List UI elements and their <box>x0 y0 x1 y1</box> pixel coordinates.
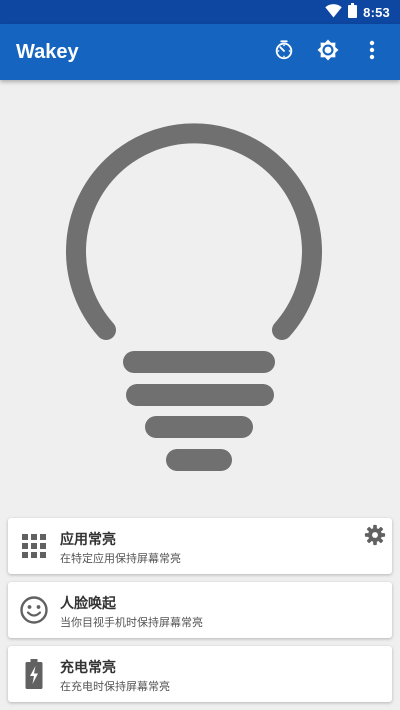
battery-icon <box>348 2 358 22</box>
feature-cards: 应用常亮 在特定应用保持屏幕常亮 人脸唤起 当你目视手机时保持屏幕常亮 充电常亮… <box>8 518 392 710</box>
status-bar: 8:53 <box>0 0 400 24</box>
app-bar: Wakey <box>0 24 400 80</box>
card-charging-keep-awake[interactable]: 充电常亮 在充电时保持屏幕常亮 <box>8 646 392 702</box>
apps-grid-icon <box>18 530 50 562</box>
wifi-icon <box>325 3 342 22</box>
status-time: 8:53 <box>363 4 390 20</box>
app-title: Wakey <box>16 41 79 63</box>
wake-toggle-button[interactable] <box>60 120 340 520</box>
brightness-button[interactable] <box>306 30 350 74</box>
card-app-keep-awake[interactable]: 应用常亮 在特定应用保持屏幕常亮 <box>8 518 392 574</box>
status-icons: 8:53 <box>325 0 390 24</box>
timer-icon <box>273 39 295 65</box>
card-subtitle: 在充电时保持屏幕常亮 <box>60 680 170 693</box>
card-subtitle: 当你目视手机时保持屏幕常亮 <box>60 616 203 629</box>
battery-charging-icon <box>18 658 50 690</box>
app-bar-actions <box>262 24 394 80</box>
more-vert-icon <box>369 40 375 64</box>
card-title: 人脸唤起 <box>60 596 116 612</box>
gear-icon <box>364 524 386 550</box>
card-face-wake[interactable]: 人脸唤起 当你目视手机时保持屏幕常亮 <box>8 582 392 638</box>
app-settings-button[interactable] <box>362 524 388 550</box>
timer-button[interactable] <box>262 30 306 74</box>
card-title: 应用常亮 <box>60 532 116 548</box>
card-subtitle: 在特定应用保持屏幕常亮 <box>60 552 181 565</box>
more-options-button[interactable] <box>350 30 394 74</box>
brightness-icon <box>316 38 340 66</box>
card-title: 充电常亮 <box>60 660 116 676</box>
main-area <box>0 80 400 500</box>
face-icon <box>18 594 50 626</box>
